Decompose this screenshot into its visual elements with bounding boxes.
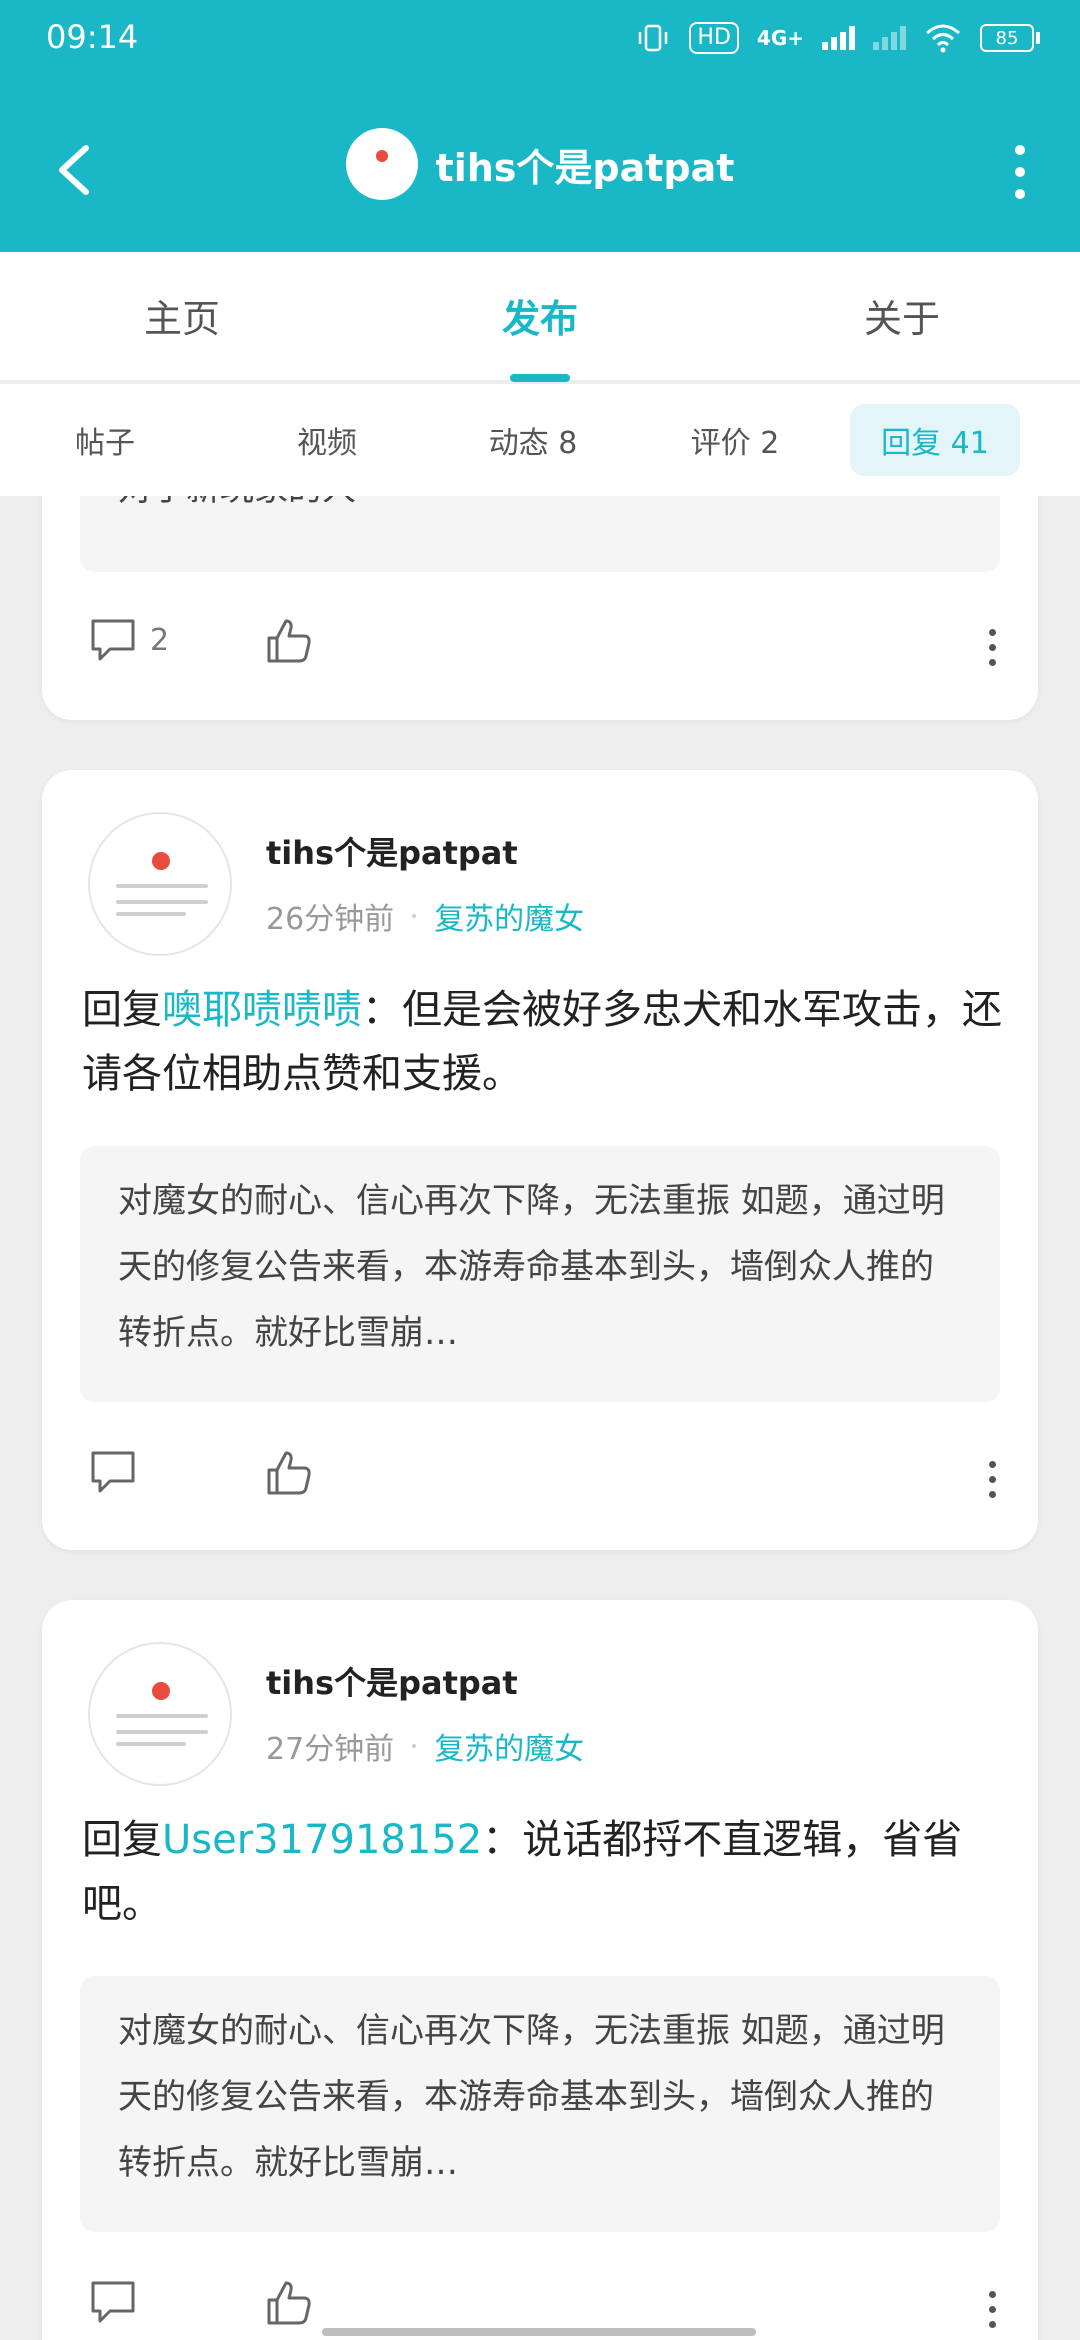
- post-meta: 26分钟前 复苏的魔女: [266, 894, 584, 938]
- signal-2-icon: [873, 26, 906, 50]
- quoted-post-text: 对于新玩家的人: [118, 496, 962, 522]
- mention-link[interactable]: 噢耶啧啧啧: [162, 987, 362, 1033]
- vibrate-icon: [639, 24, 668, 52]
- author-avatar[interactable]: [88, 1642, 232, 1786]
- sub-tabs: 帖子 视频 动态 8 评价 2 回复 41: [0, 384, 1080, 496]
- tab-posts[interactable]: 发布: [502, 288, 578, 343]
- quoted-post-text: 对魔女的耐心、信心再次下降，无法重振 如题，通过明天的修复公告来看，本游寿命基本…: [118, 2011, 945, 2183]
- post-meta: 27分钟前 复苏的魔女: [266, 1724, 584, 1768]
- status-icons: HD 4G+ 85: [635, 22, 1040, 54]
- battery-icon: 85: [980, 24, 1040, 52]
- thumbs-up-icon: [267, 1451, 311, 1495]
- title-bar: tihs个是patpat: [0, 120, 1080, 220]
- thumbs-up-icon: [267, 2281, 311, 2325]
- hd-badge: HD: [689, 22, 739, 54]
- author-name[interactable]: tihs个是patpat: [266, 1658, 518, 1704]
- reply-prefix: 回复: [82, 1817, 162, 1863]
- forum-link[interactable]: 复苏的魔女: [434, 894, 584, 938]
- app-header: 09:14 HD 4G+ 85 tihs个是patpat: [0, 0, 1080, 252]
- reply-feed: 对于新玩家的人 2 tihs个是patpat: [0, 496, 1080, 2340]
- subtab-videos[interactable]: 视频: [242, 404, 412, 476]
- card-more-button[interactable]: [982, 1454, 1002, 1504]
- comment-icon: [91, 2281, 135, 2323]
- like-button[interactable]: [264, 1448, 314, 1498]
- quoted-post[interactable]: 对于新玩家的人: [80, 496, 1000, 572]
- comment-count: 2: [150, 622, 170, 658]
- like-button[interactable]: [264, 616, 314, 666]
- status-bar: 09:14 HD 4G+ 85: [0, 0, 1080, 80]
- post-time: 27分钟前: [266, 1732, 395, 1767]
- reply-text: 回复噢耶啧啧啧：但是会被好多忠犬和水军攻击，还请各位相助点赞和支援。: [82, 978, 1002, 1106]
- like-button[interactable]: [264, 2278, 314, 2328]
- tab-about[interactable]: 关于: [864, 288, 940, 343]
- subtab-replies[interactable]: 回复 41: [850, 404, 1020, 476]
- comment-button[interactable]: 2: [88, 616, 169, 664]
- comment-button[interactable]: [88, 1448, 150, 1496]
- quoted-post[interactable]: 对魔女的耐心、信心再次下降，无法重振 如题，通过明天的修复公告来看，本游寿命基本…: [80, 1976, 1000, 2232]
- battery-level: 85: [980, 24, 1034, 52]
- header-avatar[interactable]: [345, 128, 418, 200]
- home-indicator[interactable]: [322, 2328, 756, 2336]
- tab-indicator: [510, 374, 570, 382]
- reply-card[interactable]: 对于新玩家的人 2: [42, 496, 1038, 720]
- main-tabs: 主页 发布 关于: [0, 252, 1080, 382]
- network-label: 4G+: [756, 26, 804, 50]
- author-name[interactable]: tihs个是patpat: [266, 828, 518, 874]
- reply-prefix: 回复: [82, 987, 162, 1033]
- subtab-activity[interactable]: 动态 8: [448, 404, 618, 476]
- card-more-button[interactable]: [982, 2284, 1002, 2334]
- status-time: 09:14: [46, 18, 139, 56]
- mention-link[interactable]: User317918152: [162, 1817, 482, 1863]
- comment-icon: [91, 1451, 135, 1493]
- more-options-button[interactable]: [1000, 142, 1040, 202]
- reply-text: 回复User317918152：说话都捋不直逻辑，省省吧。: [82, 1808, 1002, 1936]
- forum-link[interactable]: 复苏的魔女: [434, 1724, 584, 1768]
- title-group: tihs个是patpat: [0, 128, 1080, 200]
- thumbs-up-icon: [267, 619, 311, 663]
- comment-button[interactable]: [88, 2278, 150, 2326]
- signal-icon: [822, 26, 855, 50]
- quoted-post[interactable]: 对魔女的耐心、信心再次下降，无法重振 如题，通过明天的修复公告来看，本游寿命基本…: [80, 1146, 1000, 1402]
- subtab-threads[interactable]: 帖子: [20, 404, 190, 476]
- wifi-icon: [926, 24, 960, 53]
- author-avatar[interactable]: [88, 812, 232, 956]
- comment-icon: [91, 619, 135, 661]
- quoted-post-text: 对魔女的耐心、信心再次下降，无法重振 如题，通过明天的修复公告来看，本游寿命基本…: [118, 1181, 945, 1353]
- card-actions: 2: [42, 606, 1038, 686]
- card-actions: [42, 1438, 1038, 1518]
- card-more-button[interactable]: [982, 622, 1002, 672]
- tab-home[interactable]: 主页: [144, 288, 220, 343]
- reply-card[interactable]: tihs个是patpat 26分钟前 复苏的魔女 回复噢耶啧啧啧：但是会被好多忠…: [42, 770, 1038, 1550]
- page-title: tihs个是patpat: [435, 145, 735, 190]
- post-time: 26分钟前: [266, 902, 395, 937]
- reply-card[interactable]: tihs个是patpat 27分钟前 复苏的魔女 回复User317918152…: [42, 1600, 1038, 2340]
- subtab-reviews[interactable]: 评价 2: [650, 404, 820, 476]
